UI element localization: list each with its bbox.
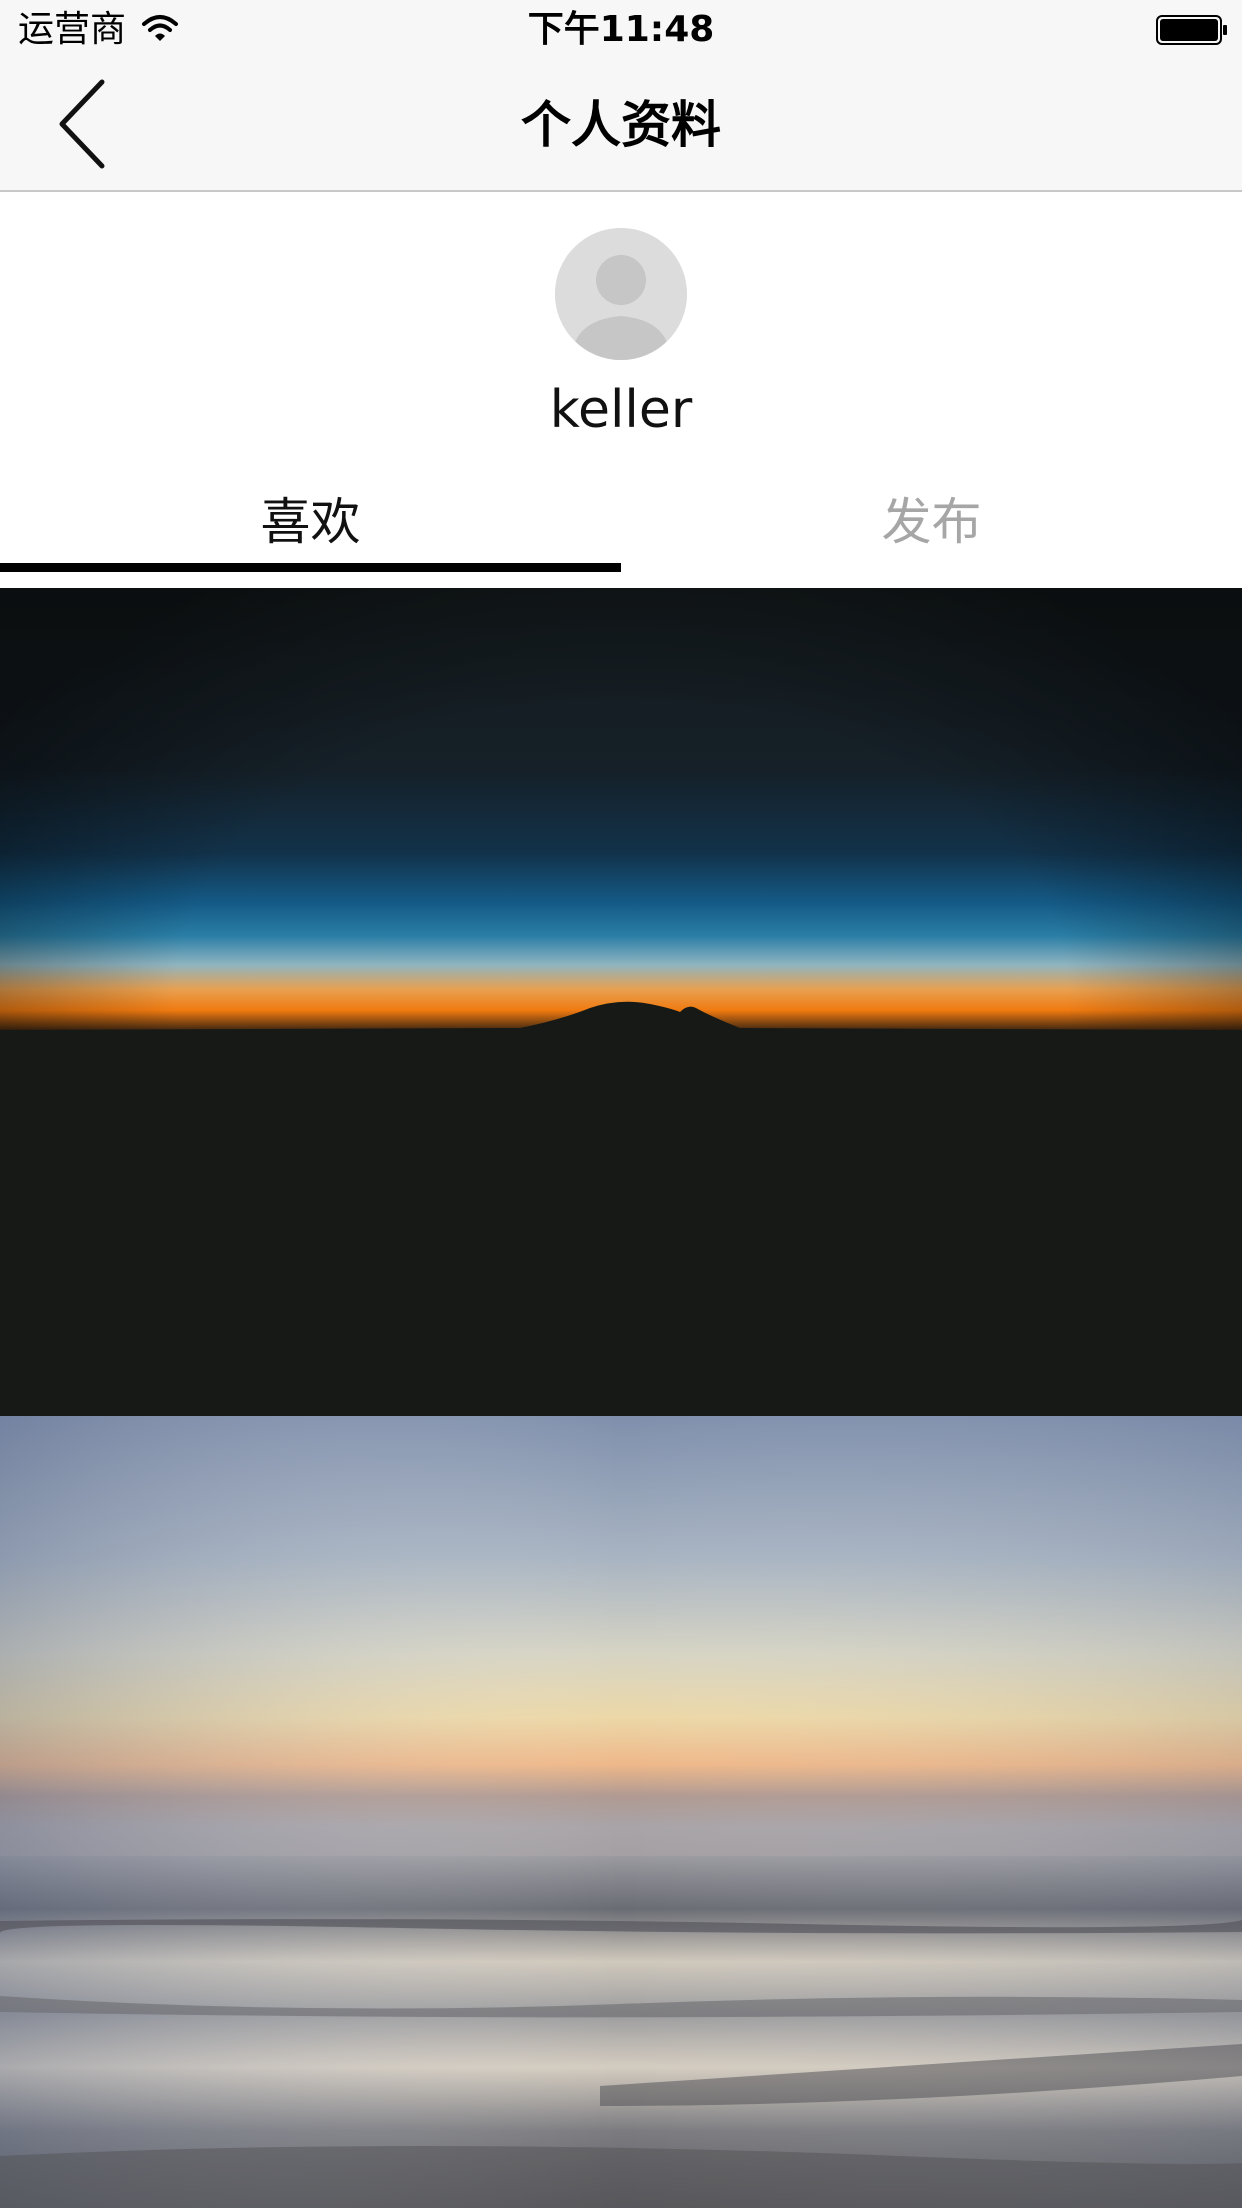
- back-button[interactable]: [40, 74, 130, 174]
- battery-full-icon: [1156, 14, 1228, 46]
- profile-screen: 运营商 下午11:48 个人资料 keller 喜欢 发布: [0, 0, 1242, 2208]
- page-title: 个人资料: [521, 96, 721, 154]
- default-avatar-icon: [555, 228, 687, 360]
- status-time: 下午11:48: [527, 9, 715, 50]
- top-chrome: 运营商 下午11:48 个人资料: [0, 0, 1242, 192]
- navigation-bar: 个人资料: [0, 60, 1242, 190]
- tab-posts[interactable]: 发布: [621, 470, 1242, 574]
- username: keller: [549, 380, 693, 440]
- feed-image-seascape-sunset[interactable]: [0, 1416, 1242, 2208]
- tab-selected-indicator: [0, 563, 621, 572]
- chevron-left-icon: [40, 79, 130, 178]
- feed-image-mountain-dusk[interactable]: [0, 588, 1242, 1416]
- avatar[interactable]: [555, 228, 687, 360]
- status-bar: 运营商 下午11:48: [0, 0, 1242, 60]
- tab-likes[interactable]: 喜欢: [0, 470, 621, 574]
